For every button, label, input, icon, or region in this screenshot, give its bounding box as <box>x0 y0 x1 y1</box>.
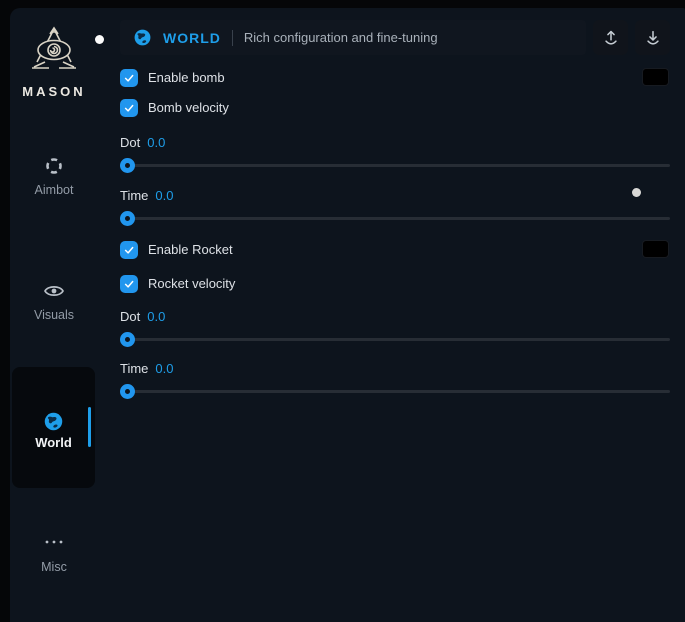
tab-header: WORLD Rich configuration and fine-tuning <box>120 20 586 55</box>
slider-value: 0.0 <box>155 361 173 376</box>
checkbox-row-enable-bomb: Enable bomb <box>120 68 670 87</box>
download-icon <box>644 29 662 47</box>
rocket-color-swatch[interactable] <box>643 241 668 257</box>
checkbox-label: Enable Rocket <box>148 242 233 257</box>
slider-label-bomb-time: Time 0.0 <box>120 188 670 203</box>
cursor-dot <box>95 35 104 44</box>
slider-name: Time <box>120 188 148 203</box>
check-icon <box>123 244 135 256</box>
app-logo: MASON <box>10 24 98 99</box>
upload-icon <box>602 29 620 47</box>
sidebar: MASON Aimbot Visuals <box>10 8 98 622</box>
checkbox-row-enable-rocket: Enable Rocket <box>120 240 670 259</box>
checkbox-row-rocket-velocity: Rocket velocity <box>120 274 670 293</box>
bomb-dot-slider[interactable] <box>120 164 670 167</box>
main-panel: WORLD Rich configuration and fine-tuning <box>120 8 682 622</box>
ellipsis-icon <box>10 533 98 555</box>
page-subtitle: Rich configuration and fine-tuning <box>244 30 438 45</box>
cursor-dot <box>632 188 641 197</box>
download-config-button[interactable] <box>635 20 670 55</box>
page-title: WORLD <box>163 30 221 46</box>
selected-indicator <box>88 407 91 447</box>
check-icon <box>123 102 135 114</box>
upload-config-button[interactable] <box>593 20 628 55</box>
crosshair-icon <box>10 156 98 178</box>
slider-name: Time <box>120 361 148 376</box>
slider-label-bomb-dot: Dot 0.0 <box>120 135 670 150</box>
bomb-color-swatch[interactable] <box>643 69 668 85</box>
slider-thumb[interactable] <box>120 211 135 226</box>
slider-value: 0.0 <box>155 188 173 203</box>
rocket-dot-slider[interactable] <box>120 338 670 341</box>
rocket-velocity-checkbox[interactable] <box>120 275 138 293</box>
slider-value: 0.0 <box>147 309 165 324</box>
slider-thumb[interactable] <box>120 384 135 399</box>
enable-bomb-checkbox[interactable] <box>120 69 138 87</box>
slider-name: Dot <box>120 309 140 324</box>
checkbox-label: Rocket velocity <box>148 276 235 291</box>
enable-rocket-checkbox[interactable] <box>120 241 138 259</box>
divider <box>232 30 233 46</box>
globe-icon <box>12 411 95 437</box>
sidebar-item-label: World <box>12 435 95 450</box>
sidebar-item-label: Aimbot <box>10 183 98 197</box>
sidebar-item-aimbot[interactable]: Aimbot <box>10 156 98 197</box>
slider-label-rocket-time: Time 0.0 <box>120 361 670 376</box>
rocket-time-slider[interactable] <box>120 390 670 393</box>
sidebar-item-label: Misc <box>10 560 98 574</box>
sidebar-item-misc[interactable]: Misc <box>10 533 98 574</box>
masonic-eye-icon <box>25 24 83 80</box>
bomb-time-slider[interactable] <box>120 217 670 220</box>
logo-text: MASON <box>10 84 98 99</box>
checkbox-label: Bomb velocity <box>148 100 229 115</box>
app-window: MASON Aimbot Visuals <box>10 8 685 622</box>
slider-label-rocket-dot: Dot 0.0 <box>120 309 670 324</box>
slider-value: 0.0 <box>147 135 165 150</box>
header: WORLD Rich configuration and fine-tuning <box>120 20 670 55</box>
sidebar-item-visuals[interactable]: Visuals <box>10 281 98 322</box>
check-icon <box>123 72 135 84</box>
checkbox-row-bomb-velocity: Bomb velocity <box>120 98 670 117</box>
slider-thumb[interactable] <box>120 332 135 347</box>
check-icon <box>123 278 135 290</box>
checkbox-label: Enable bomb <box>148 70 225 85</box>
slider-name: Dot <box>120 135 140 150</box>
globe-icon <box>133 28 152 47</box>
sidebar-item-world[interactable]: World <box>12 367 95 488</box>
sidebar-item-label: Visuals <box>10 308 98 322</box>
bomb-velocity-checkbox[interactable] <box>120 99 138 117</box>
eye-icon <box>10 281 98 303</box>
slider-thumb[interactable] <box>120 158 135 173</box>
